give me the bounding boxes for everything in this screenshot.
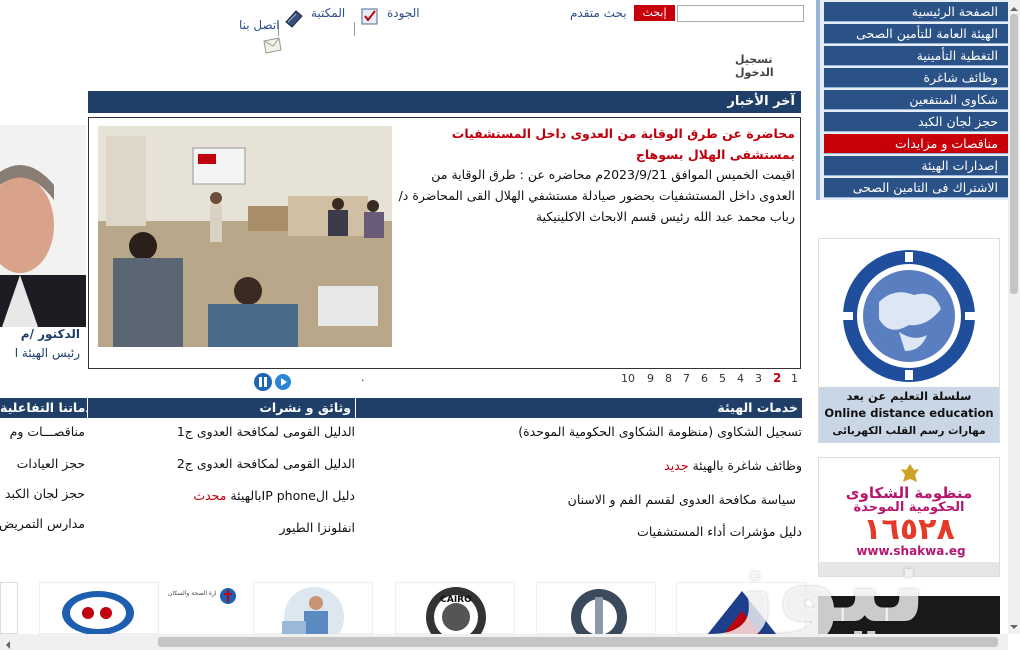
documents-item[interactable]: الدليل القومى لمكافحة العدوى ج2 xyxy=(88,456,355,471)
top-header: إبحث بحث متقدم الجودة المكتبة اتصل بنا ت… xyxy=(232,0,810,79)
partner-logo[interactable]: CAIRO xyxy=(395,582,515,647)
vertical-scrollbar[interactable] xyxy=(1008,0,1020,634)
ministry-emblem-icon xyxy=(220,588,236,604)
chairman-role: رئيس الهيئة ا xyxy=(14,346,80,360)
page-link[interactable]: 9 xyxy=(647,372,654,385)
interactive-item[interactable]: حجز لجان الكبد xyxy=(0,486,85,501)
page-link[interactable]: 8 xyxy=(665,372,672,385)
page-link[interactable]: 4 xyxy=(737,372,744,385)
site-watermark: نيوز xyxy=(712,522,928,647)
sidebar-item-subscription[interactable]: الاشتراك فى التامين الصحى xyxy=(824,178,1008,198)
quality-icon[interactable] xyxy=(360,6,380,26)
quality-link[interactable]: الجودة xyxy=(387,6,420,20)
partner-logo[interactable] xyxy=(39,582,159,635)
sidebar-nav: الصفحة الرئيسية الهيئة العامة للتأمين ال… xyxy=(816,0,1008,200)
ministry-of-health-logo[interactable]: وزارة الصحة والسكان xyxy=(168,582,240,612)
distance-education-subtitle: Online distance education xyxy=(824,406,994,420)
horizontal-scrollbar[interactable] xyxy=(0,634,1008,650)
chairman-photo[interactable] xyxy=(0,125,86,327)
envelope-icon[interactable] xyxy=(262,35,282,55)
health-circle-logo xyxy=(62,591,134,635)
cairo-text: CAIRO xyxy=(440,595,472,605)
library-link[interactable]: المكتبة xyxy=(311,6,345,20)
search-input[interactable] xyxy=(677,5,804,22)
distance-education-topic: مهارات رسم القلب الكهربائى xyxy=(832,425,986,437)
horizontal-scroll-thumb[interactable] xyxy=(158,637,998,647)
news-section-header: آخر الأخبار xyxy=(88,91,801,113)
news-headline[interactable]: محاضرة عن طرق الوقاية من العدوى داخل الم… xyxy=(395,123,795,165)
documents-item[interactable]: دليل الIP phoneبالهيئة محدث xyxy=(88,488,355,503)
news-photo[interactable] xyxy=(98,126,392,347)
egypt-eagle-icon xyxy=(901,464,919,482)
doctor-photo-logo xyxy=(282,587,344,647)
pause-icon[interactable] xyxy=(254,373,272,391)
interactive-header: خدماتنا التفاعلية xyxy=(0,398,87,418)
page-link[interactable]: 3 xyxy=(755,372,762,385)
sidebar-item-coverage[interactable]: التغطية التأمينية xyxy=(824,46,1008,66)
news-box: محاضرة عن طرق الوقاية من العدوى داخل الم… xyxy=(88,117,801,369)
documents-item[interactable]: انفلونزا الطيور xyxy=(88,520,356,535)
news-body: اقيمت الخميس الموافق 2023/9/21م محاضره ع… xyxy=(398,167,795,224)
page-link-current[interactable]: 2 xyxy=(773,371,781,385)
sidebar-item-jobs[interactable]: وظائف شاغرة xyxy=(824,68,1008,88)
sidebar-item-authority[interactable]: الهيئة العامة للتأمين الصحى xyxy=(824,24,1008,44)
search-button[interactable]: إبحث xyxy=(634,5,675,21)
distance-education-banner[interactable]: سلسلة التعليم عن بعد Online distance edu… xyxy=(818,238,1000,443)
services-item[interactable]: سياسة مكافحة العدوى لقسم الفم و الاسنان xyxy=(356,492,796,507)
page-link[interactable]: 5 xyxy=(719,372,726,385)
interactive-item[interactable]: مناقصـــات وم xyxy=(0,424,85,439)
pager-dot: . xyxy=(361,371,365,384)
scroll-up-icon[interactable] xyxy=(1010,2,1018,11)
page-link[interactable]: 10 xyxy=(621,372,635,385)
partner-logo[interactable] xyxy=(0,582,18,634)
sidebar-item-publications[interactable]: إصدارات الهيئة xyxy=(824,156,1008,176)
pager-prev-next xyxy=(254,373,294,391)
services-header: خدمات الهيئة xyxy=(356,398,802,418)
services-item[interactable]: وظائف شاغرة بالهيئة جديد xyxy=(356,458,802,473)
interactive-item[interactable]: مدارس التمريض xyxy=(0,516,85,531)
scroll-down-icon[interactable] xyxy=(1010,620,1018,629)
documents-header: وثائق و نشرات xyxy=(88,398,355,418)
page-link[interactable]: 6 xyxy=(701,372,708,385)
chairman-profile: الدكتور /م رئيس الهيئة ا xyxy=(0,117,86,367)
partner-logo[interactable] xyxy=(253,582,373,647)
contact-us-link[interactable]: اتصل بنا xyxy=(239,18,280,32)
news-pagination: 10 9 8 7 6 5 4 3 2 1 xyxy=(618,371,802,388)
updated-badge: محدث xyxy=(193,488,227,503)
ministry-name: وزارة الصحة والسكان xyxy=(168,590,216,597)
new-badge: جديد xyxy=(664,458,689,473)
distance-education-logo xyxy=(843,250,975,382)
login-link[interactable]: تسجيل الدخول xyxy=(735,53,810,79)
cairo-university-logo xyxy=(426,587,486,647)
sidebar-item-complaints[interactable]: شكاوى المنتفعين xyxy=(824,90,1008,110)
page-link[interactable]: 7 xyxy=(683,372,690,385)
chairman-name: الدكتور /م xyxy=(20,327,80,341)
library-book-icon[interactable] xyxy=(284,8,304,28)
advanced-search-link[interactable]: بحث متقدم xyxy=(570,6,627,20)
scroll-left-icon[interactable] xyxy=(4,638,12,649)
vertical-scroll-thumb[interactable] xyxy=(1010,14,1018,294)
distance-education-title: سلسلة التعليم عن بعد xyxy=(846,389,972,403)
documents-item[interactable]: الدليل القومى لمكافحة العدوى ج1 xyxy=(88,424,355,439)
play-icon[interactable] xyxy=(275,374,291,390)
services-item[interactable]: تسجيل الشكاوى (منظومة الشكاوى الحكومية ا… xyxy=(356,424,802,439)
sidebar-item-tenders[interactable]: مناقصات و مزايدات xyxy=(824,134,1008,154)
sidebar-item-home[interactable]: الصفحة الرئيسية xyxy=(824,2,1008,22)
page-link[interactable]: 1 xyxy=(791,372,798,385)
interactive-item[interactable]: حجز العيادات xyxy=(0,456,85,471)
sidebar-item-liver-committees[interactable]: حجز لجان الكبد xyxy=(824,112,1008,132)
